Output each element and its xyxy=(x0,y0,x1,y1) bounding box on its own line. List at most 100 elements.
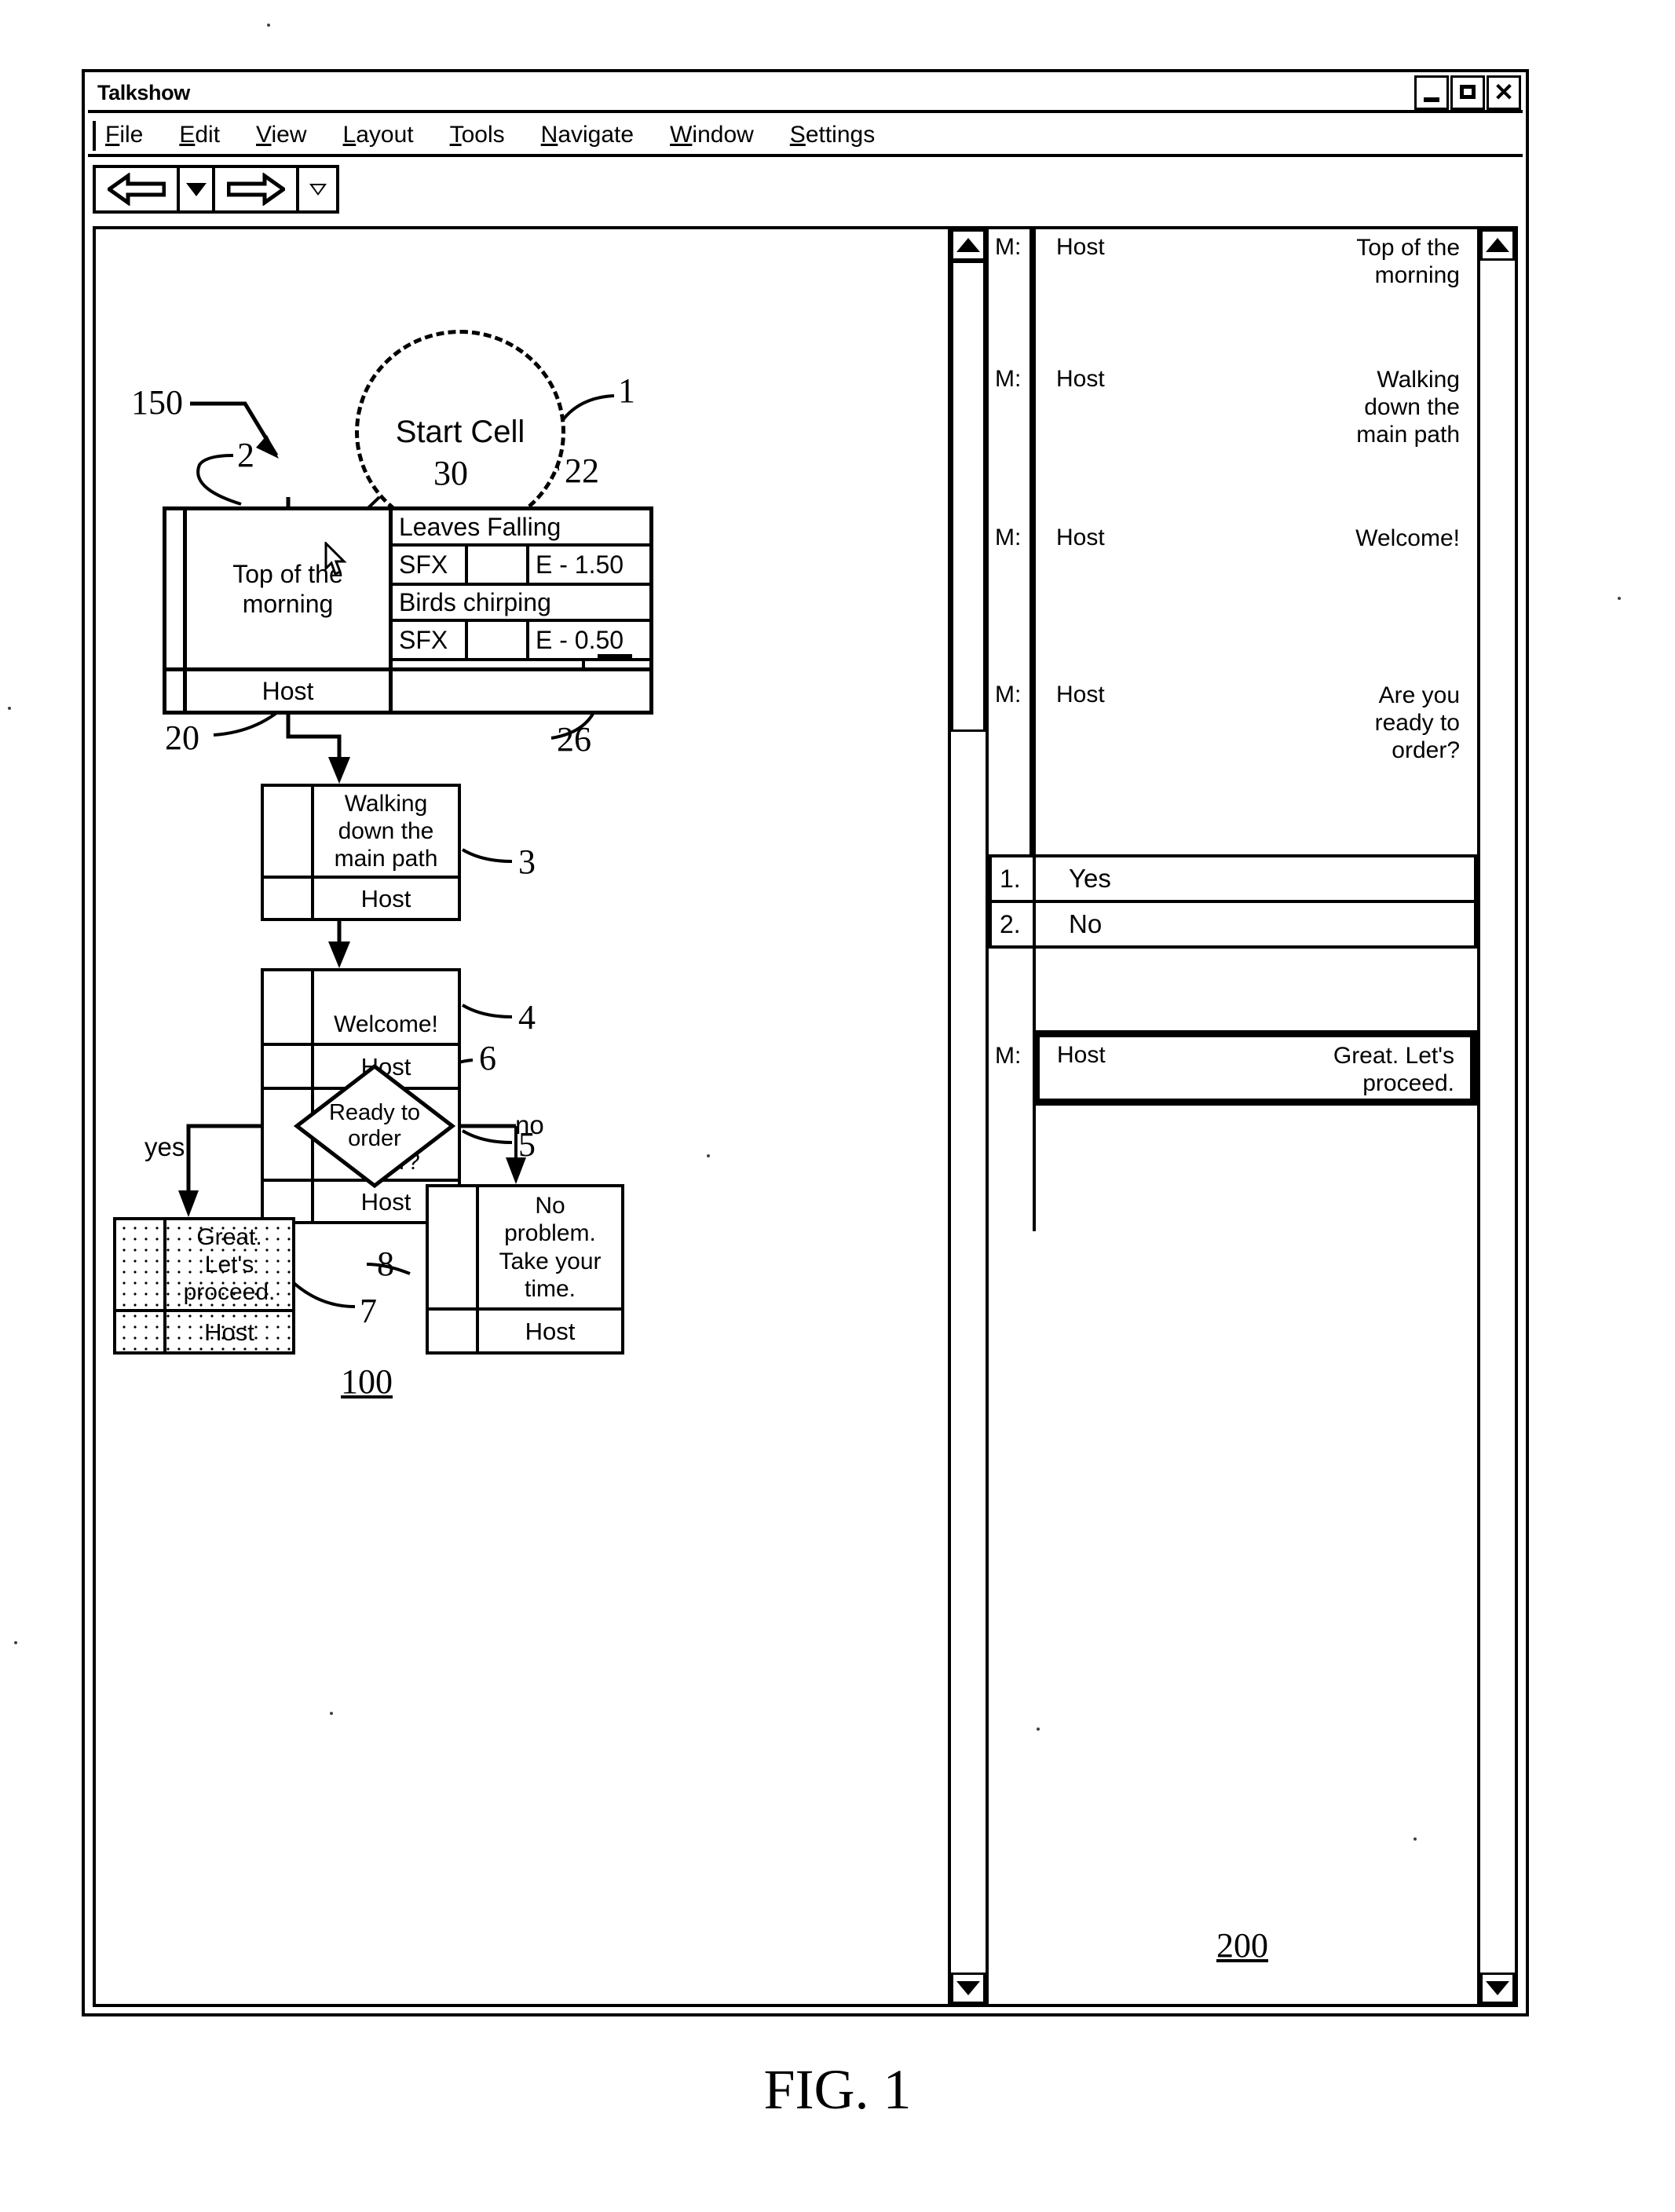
start-cell-node[interactable]: Start Cell xyxy=(355,330,565,534)
script-list[interactable]: M: Host Top of the morning M: Host Walki… xyxy=(989,229,1477,2004)
sfx-1-cue[interactable]: E - 1.50 xyxy=(529,547,649,583)
cell-node-8[interactable]: No problem. Take your time. Host xyxy=(426,1184,624,1355)
cell-2-speaker[interactable]: Host xyxy=(187,671,393,711)
sfx-group-2[interactable]: Birds chirping SFX E - 0.50 xyxy=(393,586,649,661)
choice-2-label[interactable]: No xyxy=(1036,903,1474,945)
cell-3-dialogue-text[interactable]: Walking down the main path xyxy=(314,787,458,876)
scan-speck xyxy=(707,1154,710,1157)
cell-3-line-2: down the xyxy=(338,818,434,845)
minimize-button[interactable] xyxy=(1414,75,1449,110)
ref-4: 4 xyxy=(518,998,536,1037)
close-button[interactable]: ✕ xyxy=(1487,75,1521,110)
menu-item-file[interactable]: File xyxy=(105,123,143,147)
script-row-speaker[interactable]: Host xyxy=(1033,677,1237,854)
script-row[interactable]: M: Host Walking down the main path xyxy=(989,361,1477,520)
ref-6: 6 xyxy=(479,1039,496,1077)
script-row-text[interactable]: Great. Let's proceed. xyxy=(1236,1037,1470,1099)
mouse-cursor-icon xyxy=(324,542,347,578)
menu-item-window[interactable]: Window xyxy=(670,123,754,147)
sfx-1-type[interactable]: SFX xyxy=(393,547,468,583)
script-row-speaker[interactable]: Host xyxy=(1040,1037,1236,1099)
script-row[interactable]: M: Host Welcome! xyxy=(989,520,1477,677)
menu-item-tools[interactable]: Tools xyxy=(450,123,505,147)
script-row-speaker[interactable]: Host xyxy=(1033,229,1237,361)
cell-2-sfx-panel[interactable]: Leaves Falling SFX E - 1.50 Birds chirpi… xyxy=(393,510,649,667)
forward-button[interactable] xyxy=(215,168,300,210)
cell-4-gutter[interactable] xyxy=(264,971,314,1043)
cell-3-gutter[interactable] xyxy=(264,787,314,876)
menu-item-edit[interactable]: Edit xyxy=(179,123,220,147)
cell-7-line-1: Great. xyxy=(196,1224,262,1250)
selected-cell-highlight[interactable]: Host Great. Let's proceed. xyxy=(1033,1030,1477,1106)
script-row-speaker[interactable]: Host xyxy=(1033,361,1237,520)
script-row[interactable]: M: Host Are you ready to order? xyxy=(989,677,1477,854)
cell-node-3[interactable]: Walking down the main path Host xyxy=(261,784,461,921)
cell-4-line-1: Welcome! xyxy=(334,1011,438,1037)
script-row-text-line: morning xyxy=(1374,262,1460,289)
script-row-text-line: ready to xyxy=(1374,710,1460,737)
cell-7-gutter[interactable] xyxy=(116,1220,166,1310)
cell-8-speaker[interactable]: Host xyxy=(479,1311,621,1351)
sfx-1-title[interactable]: Leaves Falling xyxy=(393,510,649,547)
choice-option-1[interactable]: 1. Yes xyxy=(989,854,1477,903)
cell-7-speaker[interactable]: Host xyxy=(166,1312,292,1351)
script-row-text[interactable]: Are you ready to order? xyxy=(1237,677,1477,854)
cell-7-dialogue-text[interactable]: Great. Let's proceed. xyxy=(166,1220,292,1309)
back-button[interactable] xyxy=(96,168,181,210)
cell-2-dialogue-text[interactable]: Top of the morning xyxy=(187,510,393,667)
maximize-button[interactable] xyxy=(1450,75,1485,110)
choice-1-number: 1. xyxy=(992,857,1036,900)
scroll-down-button[interactable] xyxy=(951,1973,986,2004)
menu-item-settings[interactable]: Settings xyxy=(790,123,875,147)
scrollbar-thumb[interactable] xyxy=(951,261,986,732)
menu-item-layout[interactable]: Layout xyxy=(343,123,414,147)
triangle-down-icon xyxy=(1486,1981,1509,1995)
ref-3: 3 xyxy=(518,843,536,881)
cell-2-gutter[interactable] xyxy=(166,510,187,667)
script-row-text[interactable]: Welcome! xyxy=(1237,520,1477,677)
script-pane[interactable]: M: Host Top of the morning M: Host Walki… xyxy=(989,229,1477,2004)
collapse-handle-icon[interactable] xyxy=(582,654,649,667)
ref-20: 20 xyxy=(165,718,199,757)
script-vertical-scrollbar[interactable] xyxy=(1477,229,1515,2004)
cell-node-2[interactable]: Top of the morning Leaves Falling SFX E xyxy=(163,506,653,715)
scan-speck xyxy=(1414,1837,1417,1841)
menu-item-view[interactable]: View xyxy=(256,123,306,147)
sfx-2-mid[interactable] xyxy=(468,622,529,658)
menu-item-navigate[interactable]: Navigate xyxy=(541,123,634,147)
decision-node-6[interactable]: Ready to order xyxy=(294,1063,455,1189)
flowchart-vertical-scrollbar[interactable] xyxy=(948,229,989,2004)
choice-1-label[interactable]: Yes xyxy=(1036,857,1474,900)
cell-3-speaker[interactable]: Host xyxy=(314,879,458,918)
script-row-marker: M: xyxy=(989,677,1033,854)
decision-line-1: Ready to xyxy=(328,1099,421,1125)
scroll-down-button[interactable] xyxy=(1480,1973,1515,2004)
scroll-up-button[interactable] xyxy=(951,229,986,261)
script-row-text[interactable]: Walking down the main path xyxy=(1237,361,1477,520)
cell-2-sfx-footer[interactable] xyxy=(393,654,649,667)
back-history-dropdown-button[interactable] xyxy=(180,168,216,210)
script-row-speaker[interactable]: Host xyxy=(1033,520,1237,677)
forward-arrow-icon xyxy=(226,173,285,206)
cell-8-dialogue-text[interactable]: No problem. Take your time. xyxy=(479,1187,621,1307)
script-row-selected[interactable]: M: Host Great. Let's proceed. xyxy=(989,1030,1477,1106)
cell-8-line-2: problem. xyxy=(504,1220,596,1247)
forward-history-dropdown-button[interactable] xyxy=(299,168,336,210)
sfx-group-1[interactable]: Leaves Falling SFX E - 1.50 xyxy=(393,510,649,586)
cell-8-gutter[interactable] xyxy=(429,1187,479,1307)
choice-option-2[interactable]: 2. No xyxy=(989,900,1477,949)
cell-8-line-4: time. xyxy=(524,1275,576,1302)
cell-node-7[interactable]: Great. Let's proceed. Host xyxy=(113,1217,295,1355)
script-row[interactable]: M: Host Top of the morning xyxy=(989,229,1477,361)
sfx-2-cue[interactable]: E - 0.50 xyxy=(529,622,649,658)
scroll-up-button[interactable] xyxy=(1480,229,1515,261)
script-row-marker: M: xyxy=(995,1043,1022,1069)
flowchart-pane[interactable]: Start Cell 1 150 Top of the morning Leav… xyxy=(96,229,948,2004)
script-row-text[interactable]: Top of the morning xyxy=(1237,229,1477,361)
sfx-2-type[interactable]: SFX xyxy=(393,622,468,658)
sfx-1-mid[interactable] xyxy=(468,547,529,583)
sfx-2-title[interactable]: Birds chirping xyxy=(393,586,649,622)
cell-4-dialogue-text[interactable]: Welcome! xyxy=(314,971,458,1043)
flowchart-canvas[interactable]: Start Cell 1 150 Top of the morning Leav… xyxy=(96,229,948,2004)
menu-bar: File Edit View Layout Tools Navigate Win… xyxy=(88,116,1523,157)
